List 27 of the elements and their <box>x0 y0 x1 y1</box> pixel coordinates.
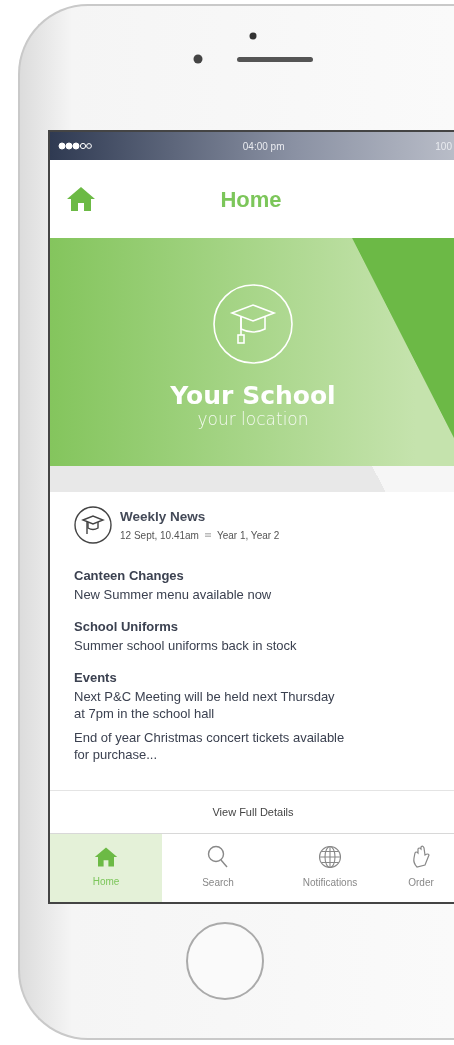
news-title: Weekly News <box>120 508 207 527</box>
section-text: New Summer menu available now <box>74 585 273 604</box>
separator-icon <box>204 533 211 538</box>
graduation-cap-icon <box>74 506 112 544</box>
page-title: Home <box>219 185 283 214</box>
graduation-cap-icon <box>212 283 294 366</box>
section-heading: School Uniforms <box>74 618 179 637</box>
hand-icon <box>411 845 431 870</box>
sensor-icon <box>249 32 257 40</box>
school-name: Your School <box>170 383 336 409</box>
search-icon <box>207 845 229 870</box>
home-icon[interactable] <box>66 186 96 212</box>
home-icon <box>94 846 118 869</box>
camera-icon <box>193 54 203 64</box>
globe-icon <box>318 845 342 870</box>
news-audience: Year 1, Year 2 <box>216 528 280 543</box>
speaker-icon <box>237 56 313 62</box>
section-heading: Events <box>74 669 118 688</box>
school-location: your location <box>197 408 309 431</box>
signal-icon <box>58 142 92 150</box>
section-heading: Canteen Changes <box>74 567 185 585</box>
section-text: End of year Christmas concert tickets available for purchase... <box>74 728 346 764</box>
view-details-link[interactable]: View Full Details <box>212 803 294 821</box>
news-date: 12 Sept, 10.41am <box>120 528 199 543</box>
status-time: 04:00 pm <box>242 139 285 154</box>
section-text: Next P&C Meeting will be held next Thursday at 7pm in the school hall <box>74 687 336 723</box>
section-text: Summer school uniforms back in stock <box>74 636 298 655</box>
